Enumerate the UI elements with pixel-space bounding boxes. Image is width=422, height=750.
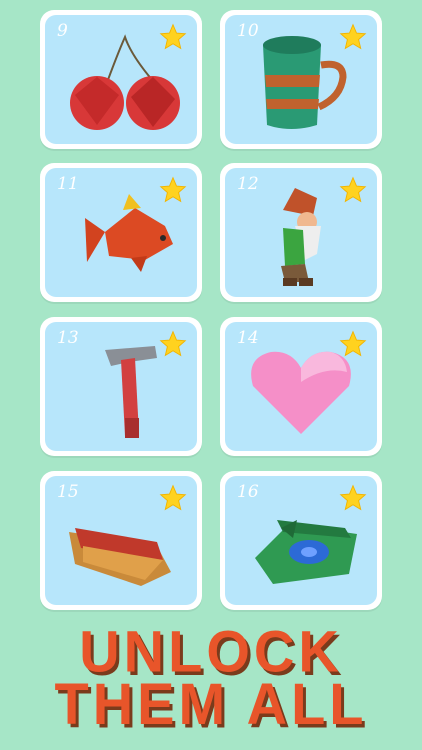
unlock-banner: UNLOCK THEM ALL: [0, 622, 422, 737]
star-icon: [159, 484, 187, 511]
star-icon: [339, 176, 367, 203]
star-icon: [339, 484, 367, 511]
item-card-16[interactable]: 16: [220, 471, 382, 610]
item-number: 11: [57, 174, 79, 194]
item-card-12[interactable]: 12: [220, 163, 382, 302]
item-number: 13: [57, 328, 79, 348]
item-card-15[interactable]: 15: [40, 471, 202, 610]
banner-line-2: THEM ALL: [54, 670, 368, 737]
item-card-14[interactable]: 14: [220, 317, 382, 456]
item-card-10[interactable]: 10: [220, 10, 382, 149]
star-icon: [159, 23, 187, 50]
star-icon: [339, 23, 367, 50]
item-number: 15: [57, 482, 79, 502]
item-number: 9: [57, 21, 68, 41]
item-number: 12: [237, 174, 259, 194]
item-number: 14: [237, 328, 259, 348]
item-card-9[interactable]: 9: [40, 10, 202, 149]
star-icon: [159, 330, 187, 357]
star-icon: [339, 330, 367, 357]
item-number: 10: [237, 21, 259, 41]
item-card-11[interactable]: 11: [40, 163, 202, 302]
star-icon: [159, 176, 187, 203]
item-number: 16: [237, 482, 259, 502]
item-card-13[interactable]: 13: [40, 317, 202, 456]
